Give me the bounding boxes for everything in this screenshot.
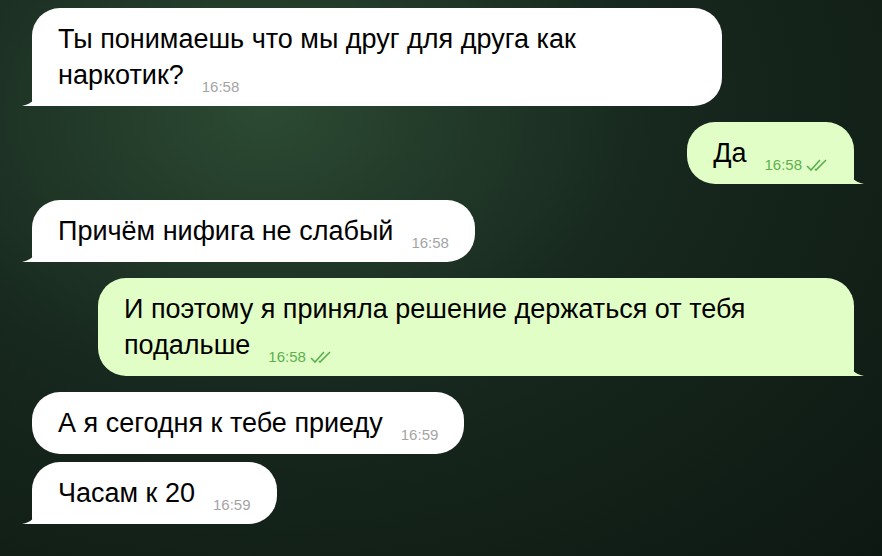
bubble-tail-icon	[22, 244, 38, 262]
message-text: Причём нифига не слабый	[58, 216, 393, 246]
bubble-tail-icon	[848, 358, 864, 376]
message-bubble[interactable]: Часам к 20 16:59	[32, 462, 277, 524]
message-meta: 16:58	[268, 348, 332, 366]
message-list: Ты понимаешь что мы друг для друга как н…	[0, 0, 882, 524]
message-bubble[interactable]: Причём нифига не слабый 16:58	[32, 200, 475, 262]
double-check-icon	[806, 158, 828, 172]
message-text: И поэтому я приняла решение держаться от…	[124, 294, 745, 360]
message-meta: 16:59	[213, 496, 251, 514]
message-text: Часам к 20	[58, 478, 195, 508]
message-bubble[interactable]: И поэтому я приняла решение держаться от…	[98, 278, 854, 376]
message-meta: 16:58	[411, 234, 449, 252]
message-time: 16:58	[764, 156, 802, 174]
message-row: И поэтому я приняла решение держаться от…	[20, 278, 862, 376]
message-text: Да	[713, 138, 746, 168]
message-bubble[interactable]: Да 16:58	[687, 122, 854, 184]
message-row: Ты понимаешь что мы друг для друга как н…	[20, 8, 862, 106]
bubble-tail-icon	[22, 506, 38, 524]
message-row: Часам к 20 16:59	[20, 462, 862, 524]
message-text: А я сегодня к тебе приеду	[58, 408, 383, 438]
message-row: Причём нифига не слабый 16:58	[20, 200, 862, 262]
message-meta: 16:59	[401, 426, 439, 444]
message-text: Ты понимаешь что мы друг для друга как н…	[58, 24, 576, 90]
message-time: 16:58	[268, 348, 306, 366]
message-bubble[interactable]: А я сегодня к тебе приеду 16:59	[32, 392, 464, 454]
message-row: А я сегодня к тебе приеду 16:59	[20, 392, 862, 454]
double-check-icon	[310, 350, 332, 364]
message-meta: 16:58	[202, 78, 240, 96]
bubble-tail-icon	[848, 166, 864, 184]
message-meta: 16:58	[764, 156, 828, 174]
message-row: Да 16:58	[20, 122, 862, 184]
message-time: 16:59	[213, 496, 251, 514]
bubble-tail-icon	[22, 88, 38, 106]
message-time: 16:58	[202, 78, 240, 96]
chat-area: Ты понимаешь что мы друг для друга как н…	[0, 0, 882, 556]
message-bubble[interactable]: Ты понимаешь что мы друг для друга как н…	[32, 8, 722, 106]
message-time: 16:59	[401, 426, 439, 444]
message-time: 16:58	[411, 234, 449, 252]
